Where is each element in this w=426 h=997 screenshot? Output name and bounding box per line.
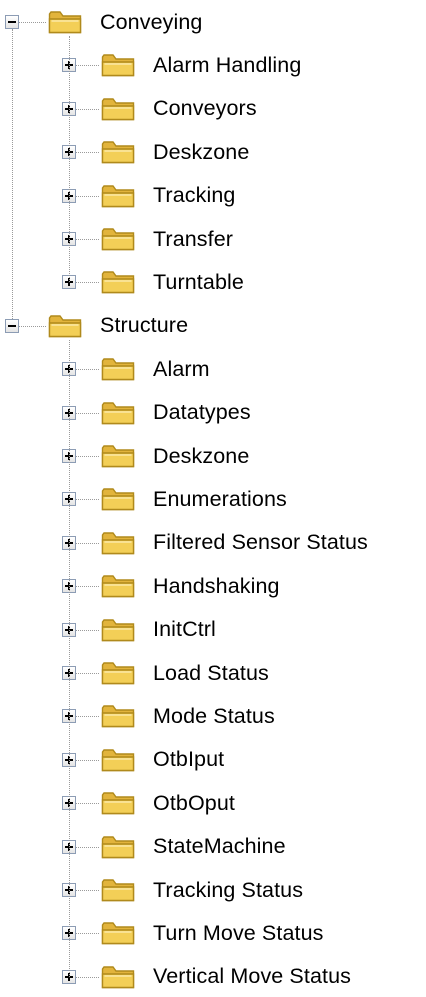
tree-connector-horizontal (76, 976, 99, 978)
tree-node-label: Turn Move Status (153, 920, 324, 945)
folder-icon (101, 400, 135, 425)
folder-icon (101, 617, 135, 642)
tree-node-label: Handshaking (153, 573, 280, 598)
folder-icon (101, 573, 135, 598)
tree-connector-horizontal (76, 412, 99, 414)
folder-icon (101, 920, 135, 945)
folder-tree: Conveying Alarm Handling Conveyors Deskzone… (0, 0, 426, 991)
tree-connector-horizontal (76, 673, 99, 674)
tree-node-filtered-sensor-status[interactable]: Filtered Sensor Status (153, 523, 368, 563)
tree-node-datatypes[interactable]: Datatypes (153, 393, 251, 433)
tree-connector-horizontal (76, 803, 99, 805)
tree-node-label: Conveyors (153, 96, 257, 121)
tree-node-turn-move-status[interactable]: Turn Move Status (153, 913, 323, 953)
tree-connector-horizontal (76, 369, 99, 371)
tree-node-label: Deskzone (153, 443, 250, 468)
tree-node-label: Load Status (153, 660, 269, 685)
tree-connector-horizontal (76, 890, 99, 891)
tree-node-label: Mode Status (153, 703, 275, 728)
tree-node-label: Turntable (153, 269, 244, 294)
tree-connector-horizontal (76, 195, 99, 197)
tree-connector-horizontal (76, 499, 99, 501)
folder-icon (101, 486, 135, 511)
tree-node-label: Deskzone (153, 139, 250, 164)
folder-icon (101, 834, 135, 859)
tree-node-load-status[interactable]: Load Status (153, 653, 269, 693)
folder-icon (101, 877, 135, 902)
tree-connector-horizontal (76, 239, 99, 240)
tree-connector-horizontal (76, 456, 99, 457)
tree-node-label: Tracking (153, 183, 236, 208)
folder-icon (101, 530, 135, 555)
tree-node-structure[interactable]: Structure (100, 306, 188, 346)
tree-node-label: Structure (100, 313, 189, 338)
tree-node-label: Enumerations (153, 486, 287, 511)
tree-connector-horizontal (76, 586, 99, 588)
tree-node-deskzone[interactable]: Deskzone (153, 132, 249, 172)
tree-node-alarm[interactable]: Alarm (153, 349, 210, 389)
folder-icon (101, 96, 135, 121)
folder-icon (101, 660, 135, 685)
tree-node-conveyors[interactable]: Conveyors (153, 89, 257, 129)
tree-node-handshaking[interactable]: Handshaking (153, 566, 280, 606)
tree-node-label: Alarm Handling (153, 52, 302, 77)
tree-connector-horizontal (19, 22, 46, 23)
tree-node-tracking[interactable]: Tracking (153, 176, 235, 216)
tree-node-statemachine[interactable]: StateMachine (153, 827, 286, 867)
tree-connector-horizontal (76, 759, 99, 761)
tree-connector-horizontal (76, 933, 99, 935)
tree-node-transfer[interactable]: Transfer (153, 219, 233, 259)
tree-connector-horizontal (19, 325, 46, 327)
tree-node-label: Conveying (100, 9, 203, 34)
tree-node-label: Filtered Sensor Status (153, 530, 368, 555)
tree-connector-horizontal (76, 152, 99, 154)
folder-icon (101, 443, 135, 468)
folder-icon (101, 964, 135, 989)
folder-icon (101, 183, 135, 208)
tree-connector-horizontal (76, 65, 99, 67)
tree-node-label: Tracking Status (153, 877, 304, 902)
folder-icon (101, 139, 135, 164)
tree-connector-horizontal (76, 716, 99, 718)
tree-node-conveying[interactable]: Conveying (100, 2, 203, 42)
collapse-minus-icon[interactable] (5, 15, 19, 29)
tree-node-tracking-status[interactable]: Tracking Status (153, 870, 303, 910)
folder-icon (101, 269, 135, 294)
tree-connector-horizontal (76, 282, 99, 284)
folder-icon (101, 790, 135, 815)
folder-icon (101, 703, 135, 728)
tree-connector-vertical (69, 339, 70, 977)
tree-node-label: Alarm (153, 356, 210, 381)
tree-node-otboput[interactable]: OtbOput (153, 783, 235, 823)
folder-icon (101, 226, 135, 251)
tree-node-label: OtbIput (153, 747, 225, 772)
tree-node-label: InitCtrl (153, 617, 216, 642)
tree-connector-horizontal (76, 629, 99, 631)
tree-node-label: Vertical Move Status (153, 964, 351, 989)
tree-node-label: Transfer (153, 226, 234, 251)
folder-icon (48, 313, 82, 338)
folder-icon (101, 356, 135, 381)
tree-connector-vertical (12, 29, 13, 319)
folder-icon (101, 747, 135, 772)
tree-node-label: Datatypes (153, 400, 251, 425)
tree-connector-horizontal (76, 846, 99, 848)
tree-connector-horizontal (76, 542, 99, 544)
collapse-minus-icon[interactable] (5, 318, 19, 333)
tree-connector-horizontal (76, 108, 99, 110)
tree-node-otbiput[interactable]: OtbIput (153, 740, 224, 780)
tree-node-initctrl[interactable]: InitCtrl (153, 610, 216, 650)
tree-node-mode-status[interactable]: Mode Status (153, 696, 275, 736)
folder-icon (101, 52, 135, 77)
tree-node-deskzone[interactable]: Deskzone (153, 436, 249, 476)
tree-node-enumerations[interactable]: Enumerations (153, 479, 287, 519)
folder-icon (48, 9, 82, 34)
tree-node-label: OtbOput (153, 790, 235, 815)
tree-node-label: StateMachine (153, 834, 286, 859)
tree-node-turntable[interactable]: Turntable (153, 262, 244, 302)
tree-node-alarm-handling[interactable]: Alarm Handling (153, 45, 301, 85)
tree-connector-vertical (69, 36, 70, 283)
